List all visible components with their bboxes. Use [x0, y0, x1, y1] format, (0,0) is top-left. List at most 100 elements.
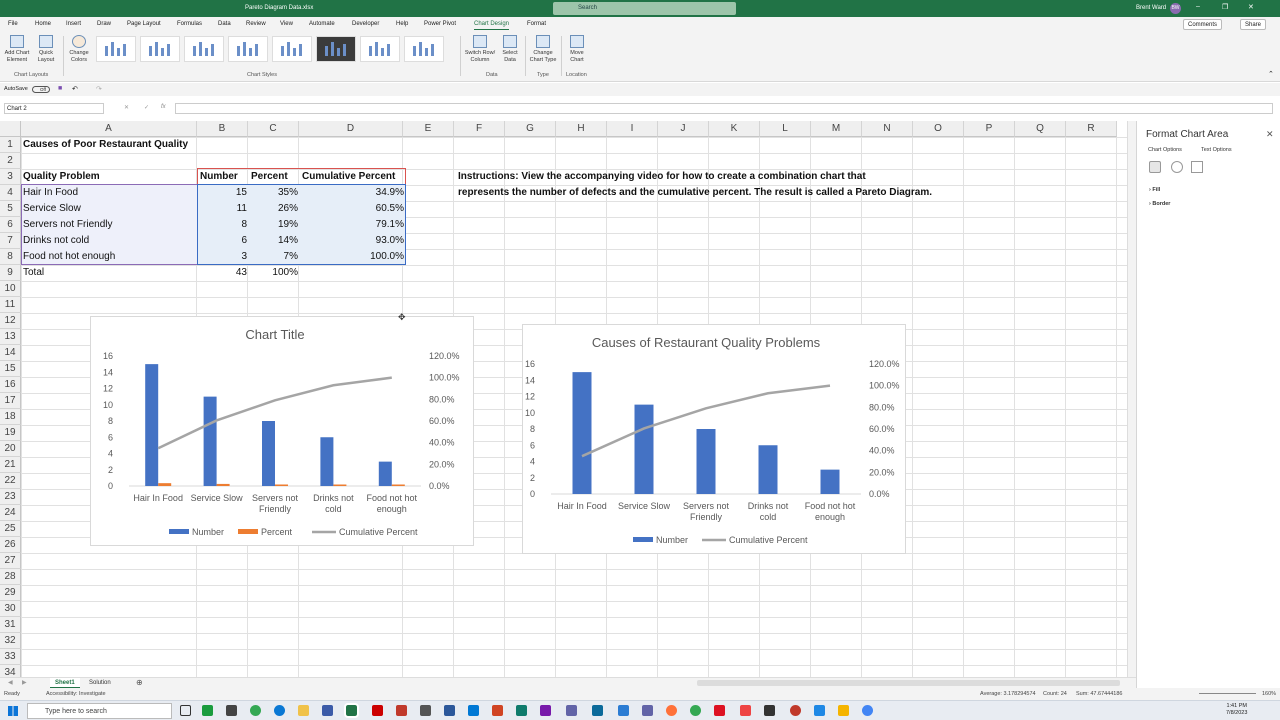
row-header-32[interactable]: 32 — [0, 633, 21, 649]
change-chart-type-button[interactable]: Change Chart Type — [528, 35, 558, 64]
cell-cumulative[interactable]: 60.5% — [300, 201, 404, 217]
powerpoint-icon[interactable] — [492, 705, 503, 716]
select-all-corner[interactable] — [0, 121, 21, 137]
undo-icon[interactable]: ↶ — [72, 85, 78, 93]
row-header-3[interactable]: 3 — [0, 169, 21, 185]
row-header-5[interactable]: 5 — [0, 201, 21, 217]
avatar[interactable]: BW — [1170, 3, 1181, 14]
row-header-24[interactable]: 24 — [0, 505, 21, 521]
prev-sheet-icon[interactable]: ◀ — [8, 679, 13, 686]
header-quality-problem[interactable]: Quality Problem — [23, 169, 100, 185]
row-header-13[interactable]: 13 — [0, 329, 21, 345]
row-header-22[interactable]: 22 — [0, 473, 21, 489]
zoom-slider[interactable] — [1199, 693, 1256, 694]
task-view-icon[interactable] — [180, 705, 191, 716]
row-header-12[interactable]: 12 — [0, 313, 21, 329]
column-header-f[interactable]: F — [454, 121, 505, 137]
column-header-g[interactable]: G — [505, 121, 556, 137]
add-sheet-icon[interactable]: ⊕ — [136, 678, 143, 687]
save-icon[interactable]: ■ — [58, 85, 62, 92]
row-header-4[interactable]: 4 — [0, 185, 21, 201]
app-icon[interactable] — [814, 705, 825, 716]
collapse-ribbon-icon[interactable]: ⌃ — [1268, 70, 1274, 78]
row-header-16[interactable]: 16 — [0, 377, 21, 393]
column-header-d[interactable]: D — [299, 121, 403, 137]
tab-draw[interactable]: Draw — [97, 21, 111, 27]
accessibility-status[interactable]: Accessibility: Investigate — [46, 691, 106, 697]
row-header-9[interactable]: 9 — [0, 265, 21, 281]
function-icon[interactable]: fx — [161, 104, 166, 110]
app-icon[interactable] — [396, 705, 407, 716]
row-header-25[interactable]: 25 — [0, 521, 21, 537]
size-properties-icon[interactable] — [1191, 161, 1203, 173]
search-input[interactable]: Search — [553, 2, 736, 15]
row-header-7[interactable]: 7 — [0, 233, 21, 249]
taskbar-search[interactable]: Type here to search — [27, 703, 172, 719]
border-section[interactable]: › Border — [1149, 201, 1170, 207]
column-header-l[interactable]: L — [760, 121, 811, 137]
app-icon[interactable] — [642, 705, 653, 716]
acrobat-icon[interactable] — [372, 705, 383, 716]
cell-problem[interactable]: Food not hot enough — [23, 249, 115, 265]
tab-data[interactable]: Data — [218, 21, 231, 27]
comments-button[interactable]: Comments — [1183, 19, 1223, 30]
cell-number[interactable]: 11 — [198, 201, 247, 217]
row-header-23[interactable]: 23 — [0, 489, 21, 505]
restore-icon[interactable]: ❐ — [1222, 3, 1228, 11]
quick-layout-button[interactable]: Quick Layout — [33, 35, 59, 64]
row-header-2[interactable]: 2 — [0, 153, 21, 169]
effects-icon[interactable] — [1171, 161, 1183, 173]
cell-problem[interactable]: Service Slow — [23, 201, 81, 217]
row-header-10[interactable]: 10 — [0, 281, 21, 297]
cell-problem[interactable]: Hair In Food — [23, 185, 78, 201]
row-header-6[interactable]: 6 — [0, 217, 21, 233]
app-icon[interactable] — [790, 705, 801, 716]
user-name[interactable]: Brent Ward — [1136, 5, 1166, 11]
chart-options-dropdown[interactable]: Chart Options — [1148, 147, 1182, 153]
cell-number[interactable]: 3 — [198, 249, 247, 265]
cell-percent[interactable]: 26% — [249, 201, 298, 217]
tab-home[interactable]: Home — [35, 21, 51, 27]
cell-percent[interactable]: 7% — [249, 249, 298, 265]
tab-format[interactable]: Format — [527, 21, 546, 27]
column-header-n[interactable]: N — [862, 121, 913, 137]
row-header-29[interactable]: 29 — [0, 585, 21, 601]
row-header-27[interactable]: 27 — [0, 553, 21, 569]
text-options-tab[interactable]: Text Options — [1201, 147, 1232, 153]
column-header-b[interactable]: B — [197, 121, 248, 137]
chart-style-3[interactable] — [184, 36, 224, 62]
row-header-1[interactable]: 1 — [0, 137, 21, 153]
vertical-scrollbar[interactable] — [1127, 121, 1136, 677]
column-header-o[interactable]: O — [913, 121, 964, 137]
taskbar-clock[interactable]: 1:41 PM 7/8/2023 — [1226, 703, 1247, 717]
instructions-line-1[interactable]: Instructions: View the accompanying vide… — [458, 169, 866, 185]
column-header-j[interactable]: J — [658, 121, 709, 137]
cell-number[interactable]: 15 — [198, 185, 247, 201]
column-header-m[interactable]: M — [811, 121, 862, 137]
tab-solution[interactable]: Solution — [84, 678, 116, 688]
cell-percent[interactable]: 14% — [249, 233, 298, 249]
chrome-icon[interactable] — [690, 705, 701, 716]
column-header-i[interactable]: I — [607, 121, 658, 137]
header-cumulative-percent[interactable]: Cumulative Percent — [302, 169, 395, 185]
row-header-28[interactable]: 28 — [0, 569, 21, 585]
chart-2[interactable]: Causes of Restaurant Quality Problems 0 2 4… — [522, 324, 906, 554]
next-sheet-icon[interactable]: ▶ — [22, 679, 27, 686]
formula-input[interactable] — [175, 103, 1273, 114]
chart-style-7[interactable] — [360, 36, 400, 62]
header-percent[interactable]: Percent — [251, 169, 288, 185]
excel-icon[interactable] — [344, 703, 359, 718]
column-header-e[interactable]: E — [403, 121, 454, 137]
column-header-c[interactable]: C — [248, 121, 299, 137]
row-header-33[interactable]: 33 — [0, 649, 21, 665]
tab-formulas[interactable]: Formulas — [177, 21, 202, 27]
app-icon[interactable] — [618, 705, 629, 716]
app-icon[interactable] — [322, 705, 333, 716]
row-header-26[interactable]: 26 — [0, 537, 21, 553]
enter-icon[interactable]: ✓ — [144, 104, 149, 111]
column-header-h[interactable]: H — [556, 121, 607, 137]
cell-number[interactable]: 8 — [198, 217, 247, 233]
chart-style-1[interactable] — [96, 36, 136, 62]
tab-developer[interactable]: Developer — [352, 21, 379, 27]
app-icon[interactable] — [838, 705, 849, 716]
